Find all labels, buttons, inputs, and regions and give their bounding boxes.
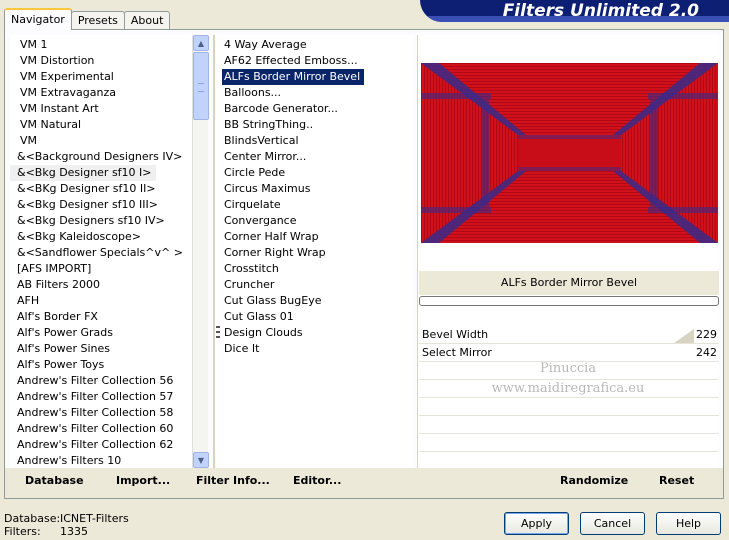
editor-button[interactable]: Editor... — [293, 474, 341, 487]
filter-item[interactable]: Design Clouds — [216, 325, 413, 341]
filter-item[interactable]: Dice It — [216, 341, 413, 357]
filters-label: Filters: — [4, 525, 41, 538]
category-item[interactable]: &<Bkg Designer sf10 I> — [10, 165, 156, 181]
apply-button[interactable]: Apply — [504, 512, 569, 535]
database-value: ICNET-Filters — [60, 512, 129, 525]
category-item[interactable]: &<Bkg Designer sf10 III> — [10, 197, 192, 213]
category-item[interactable]: VM Instant Art — [10, 101, 192, 117]
category-item[interactable]: VM Distortion — [10, 53, 192, 69]
import-button[interactable]: Import... — [116, 474, 170, 487]
scroll-up-icon[interactable]: ▲ — [193, 35, 209, 51]
preview-image — [421, 63, 718, 243]
category-item[interactable]: AFH — [10, 293, 192, 309]
category-item[interactable]: &<Background Designers IV> — [10, 149, 192, 165]
filter-list[interactable]: 4 Way Average AF62 Effected Emboss... ALFs… — [216, 35, 413, 468]
list-divider — [213, 35, 215, 468]
param-select-mirror[interactable]: Select Mirror 242 — [419, 345, 719, 362]
filter-info-button[interactable]: Filter Info... — [196, 474, 270, 487]
tab-bar: Navigator Presets About — [4, 8, 171, 30]
filter-item[interactable]: Circus Maximus — [216, 181, 413, 197]
filter-item[interactable]: Circle Pede — [216, 165, 413, 181]
status-info: Database: ICNET-Filters Filters: 1335 — [4, 512, 129, 538]
category-item[interactable]: VM 1 — [10, 37, 192, 53]
filter-item[interactable]: Cut Glass 01 — [216, 309, 413, 325]
category-item[interactable]: Andrew's Filter Collection 60 — [10, 421, 192, 437]
filters-count: 1335 — [60, 525, 88, 538]
filter-item[interactable]: Cruncher — [216, 277, 413, 293]
category-item[interactable]: Andrew's Filter Collection 58 — [10, 405, 192, 421]
param-value: 242 — [696, 346, 717, 359]
filter-item[interactable]: Convergance — [216, 213, 413, 229]
filter-item[interactable]: Corner Right Wrap — [216, 245, 413, 261]
database-label: Database: — [4, 512, 61, 525]
filter-item[interactable]: 4 Way Average — [216, 37, 413, 53]
param-slider[interactable] — [499, 327, 694, 343]
scroll-down-icon[interactable]: ▼ — [193, 452, 209, 468]
selected-filter-name: ALFs Border Mirror Bevel — [419, 271, 719, 295]
category-item[interactable]: VM Extravaganza — [10, 85, 192, 101]
param-label: Bevel Width — [422, 328, 489, 341]
category-item[interactable]: VM Natural — [10, 117, 192, 133]
category-item[interactable]: VM Experimental — [10, 69, 192, 85]
filter-item[interactable]: Cirquelate — [216, 197, 413, 213]
window-title: Filters Unlimited 2.0 — [502, 1, 699, 21]
panel-toolbar: Database Import... Filter Info... Editor… — [5, 468, 723, 498]
title-banner: Filters Unlimited 2.0 — [420, 0, 729, 22]
filter-item[interactable]: BlindsVertical — [216, 133, 413, 149]
param-empty — [419, 381, 719, 398]
param-bevel-width[interactable]: Bevel Width 229 — [419, 327, 719, 344]
category-list[interactable]: VM 1 VM Distortion VM Experimental VM Extra… — [10, 35, 192, 468]
filter-item[interactable]: Center Mirror... — [216, 149, 413, 165]
filter-item[interactable]: AF62 Effected Emboss... — [216, 53, 413, 69]
category-item[interactable]: &<Bkg Kaleidoscope> — [10, 229, 192, 245]
category-item[interactable]: AB Filters 2000 — [10, 277, 192, 293]
scroll-thumb[interactable] — [193, 52, 209, 120]
filter-item[interactable]: Crosstitch — [216, 261, 413, 277]
param-empty — [419, 399, 719, 416]
filter-item[interactable]: Balloons... — [216, 85, 413, 101]
category-item[interactable]: [AFS IMPORT] — [10, 261, 192, 277]
progress-bar — [419, 296, 719, 306]
category-item[interactable]: Alf's Power Grads — [10, 325, 192, 341]
cancel-button[interactable]: Cancel — [580, 512, 645, 535]
tab-navigator[interactable]: Navigator — [4, 8, 72, 30]
filter-item[interactable]: Barcode Generator... — [216, 101, 413, 117]
database-button[interactable]: Database — [25, 474, 84, 487]
navigator-panel: VM 1 VM Distortion VM Experimental VM Extra… — [4, 29, 724, 499]
category-item[interactable]: Andrew's Filter Collection 56 — [10, 373, 192, 389]
randomize-button[interactable]: Randomize — [560, 474, 628, 487]
param-empty — [419, 435, 719, 452]
filter-item[interactable]: BB StringThing.. — [216, 117, 413, 133]
filter-item[interactable]: Cut Glass BugEye — [216, 293, 413, 309]
param-label: Select Mirror — [422, 346, 492, 359]
filter-item[interactable]: ALFs Border Mirror Bevel — [222, 69, 365, 85]
category-scrollbar[interactable]: ▲ ▼ — [192, 35, 209, 468]
category-item[interactable]: Alf's Power Toys — [10, 357, 192, 373]
category-item[interactable]: &<Sandflower Specials^v^ > — [10, 245, 192, 261]
filter-item[interactable]: Corner Half Wrap — [216, 229, 413, 245]
tab-presets[interactable]: Presets — [70, 11, 125, 30]
reset-button[interactable]: Reset — [659, 474, 694, 487]
category-item[interactable]: VM — [10, 133, 192, 149]
category-item[interactable]: Andrew's Filter Collection 57 — [10, 389, 192, 405]
grip-icon — [216, 326, 220, 338]
category-item[interactable]: Andrew's Filter Collection 62 — [10, 437, 192, 453]
param-empty — [419, 363, 719, 380]
tab-about[interactable]: About — [123, 11, 171, 30]
category-item[interactable]: Alf's Power Sines — [10, 341, 192, 357]
category-item[interactable]: &<BKg Designer sf10 II> — [10, 181, 192, 197]
param-value: 229 — [696, 328, 717, 341]
help-button[interactable]: Help — [656, 512, 721, 535]
param-empty — [419, 417, 719, 434]
category-item[interactable]: Andrew's Filters 10 — [10, 453, 192, 468]
preview-area: ALFs Border Mirror Bevel Bevel Width 229… — [417, 35, 719, 470]
category-item[interactable]: Alf's Border FX — [10, 309, 192, 325]
category-item[interactable]: &<Bkg Designers sf10 IV> — [10, 213, 192, 229]
